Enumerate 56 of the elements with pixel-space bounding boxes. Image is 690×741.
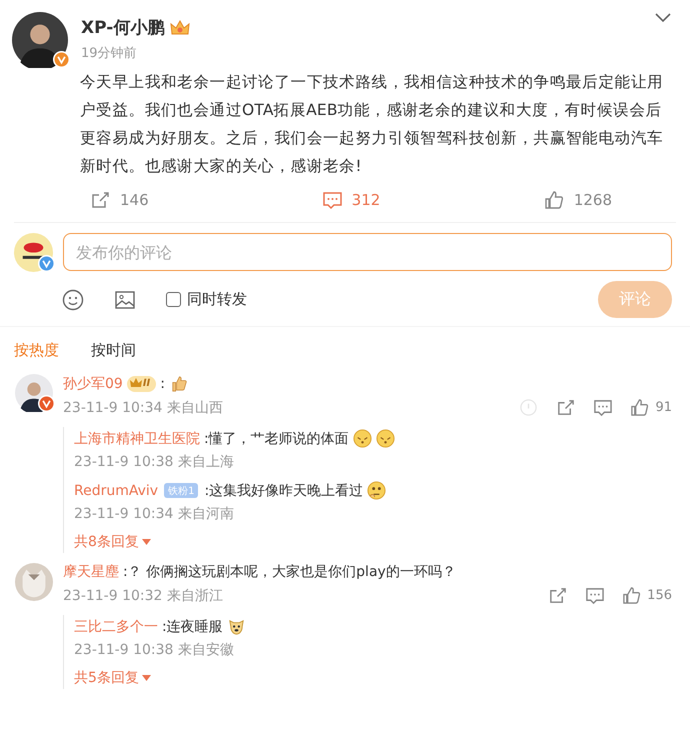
repost-checkbox[interactable]: 同时转发 — [166, 290, 247, 309]
share-icon — [548, 586, 568, 605]
reply-button[interactable] — [585, 586, 604, 605]
thumbs-up-icon — [630, 398, 650, 417]
username-link[interactable]: 三比二多个一 — [74, 618, 158, 636]
comment-meta: 23-11-9 10:34 来自山西 — [63, 398, 223, 416]
post-text: 今天早上我和老余一起讨论了一下技术路线，我相信这种技术的争鸣最后定能让用户受益。我们也会通过OTA拓展AEB功能，感谢老余的建议和大度，有时候误会后更容易成为好朋友。之后，我们会一起努力引领智驾科技创新，共赢智能电动汽车新时代。也感谢大家的关心，感谢老余! — [80, 72, 664, 177]
reply-button[interactable] — [593, 398, 612, 417]
reply-meta: 23-11-9 10:38 来自上海 — [74, 453, 234, 471]
comment-meta: 23-11-9 10:32 来自浙江 — [63, 586, 223, 604]
reply-text: :懂了，艹老师说的体面 — [204, 430, 349, 448]
verified-badge-icon — [53, 51, 70, 68]
image-icon[interactable] — [114, 288, 136, 310]
alert-icon — [519, 398, 538, 417]
share-icon — [556, 398, 576, 417]
share-button[interactable] — [548, 586, 568, 605]
comment-icon — [322, 190, 342, 210]
post-time: 19分钟前 — [81, 45, 138, 62]
thinking-face-icon — [367, 481, 386, 500]
like-button[interactable]: 1268 — [438, 190, 672, 210]
sort-tab[interactable]: 按时间 — [91, 341, 136, 360]
thumbs-up-icon — [622, 586, 642, 605]
author-name[interactable]: XP-何小鹏 — [81, 16, 164, 39]
like-button[interactable]: 156 — [622, 586, 672, 605]
repost-button[interactable]: 146 — [90, 190, 264, 210]
more-replies-link[interactable]: 共8条回复 — [74, 533, 151, 551]
chevron-down-icon[interactable] — [654, 12, 672, 24]
username-link[interactable]: 孙少军09 — [63, 374, 123, 392]
sort-tab[interactable]: 按热度 — [14, 341, 59, 360]
like-button[interactable]: 91 — [630, 398, 672, 417]
share-icon — [90, 190, 110, 210]
comment-button[interactable]: 312 — [264, 190, 438, 210]
thumbs-up-icon — [544, 190, 564, 210]
more-replies-link[interactable]: 共5条回复 — [74, 669, 151, 687]
level-badge: II — [126, 376, 156, 392]
reply-text: :这集我好像昨天晚上看过 — [204, 482, 364, 500]
verified-badge-icon — [38, 255, 55, 272]
comment-icon — [585, 586, 604, 605]
reply-text: :连夜睡服 — [162, 618, 223, 636]
comment-text: : — [160, 376, 165, 392]
avatar[interactable] — [12, 12, 68, 68]
reply-meta: 23-11-9 10:34 来自河南 — [74, 505, 234, 523]
share-button[interactable] — [556, 398, 576, 417]
comment-input[interactable]: 发布你的评论 — [63, 233, 672, 271]
smiley-icon[interactable] — [62, 288, 84, 310]
username-link[interactable]: 上海市精神卫生医院 — [74, 430, 200, 448]
fan-badge: 铁粉1 — [164, 483, 198, 498]
username-link[interactable]: 摩天星塵 — [63, 563, 119, 581]
dog-face-icon — [226, 617, 246, 636]
caret-down-icon — [142, 539, 151, 545]
comment-text: :？ 你俩搁这玩剧本呢，大家也是你们play的一环吗？ — [123, 563, 456, 581]
caret-down-icon — [142, 675, 151, 681]
crown-icon — [170, 18, 190, 36]
reply-meta: 23-11-9 10:38 来自安徽 — [74, 641, 234, 659]
comment-icon — [593, 398, 612, 417]
username-link[interactable]: RedrumAviv — [74, 482, 158, 498]
